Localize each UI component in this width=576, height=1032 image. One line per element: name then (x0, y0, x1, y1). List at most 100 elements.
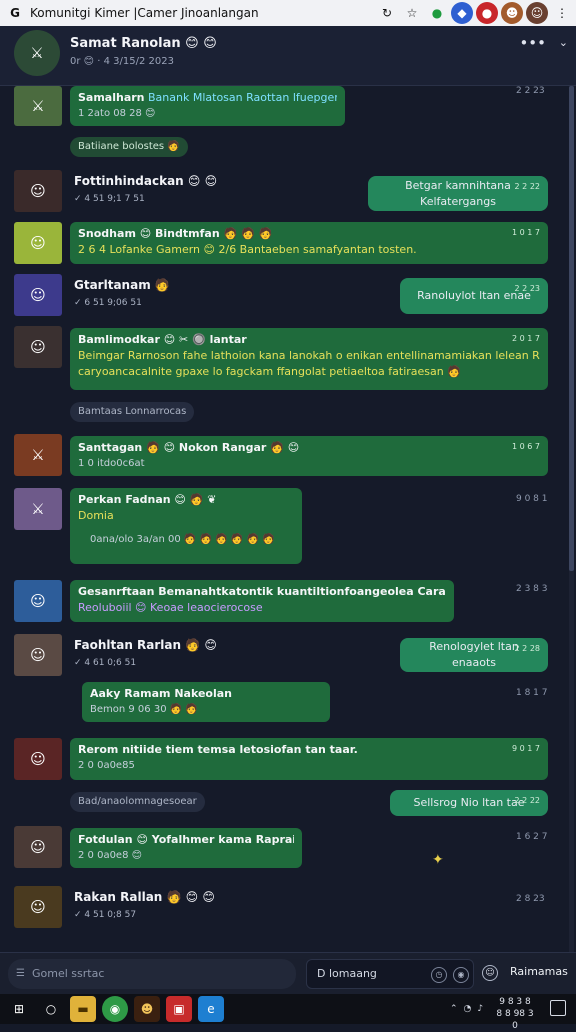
scrollbar[interactable] (569, 86, 574, 952)
message-meta: 2 0 0a0e8 😊 (78, 850, 143, 861)
message-meta: ✓ 6 51 9;06 51 (74, 298, 142, 308)
avatar[interactable]: ⚔ (14, 434, 62, 476)
message-time: 2 3 8 3 (516, 584, 548, 594)
outgoing-message[interactable]: Betgar kamnihtana Kelfatergangs 2 2 22 (368, 176, 548, 211)
message-bubble[interactable]: Fotdulan 😊 Yofalhmer kama Raprain 🧑 2 0 … (70, 828, 302, 868)
avatar[interactable]: ☺ (14, 222, 62, 264)
message-bubble[interactable]: Aaky Ramam Nakeolan Bemon 9 06 30 🧑 🧑 (82, 682, 330, 722)
file-explorer-icon[interactable]: ▬ (70, 996, 96, 1022)
search-icon[interactable]: ○ (38, 996, 64, 1022)
attach-button[interactable]: ☰ Gomel ssrtac (8, 959, 296, 989)
os-taskbar: ⊞ ○ ▬ ◉ ☻ ▣ e ⌃ ◔ ♪ 9 8 3 8 8 8 98 3 0 (0, 994, 576, 1031)
message-bubble[interactable]: Snodham 😊 Bindtmfan 🧑 🧑 🧑 2 6 4 Lofanke … (70, 222, 548, 264)
message-meta: 1 0 itdo0c6at (78, 458, 145, 469)
message-time: 2 2 23 (514, 284, 540, 293)
app-logo-icon: G (10, 6, 20, 20)
avatar[interactable]: ⚔ (14, 86, 62, 126)
avatar[interactable]: ☺ (14, 170, 62, 212)
message-time: 1 8 1 7 (516, 688, 548, 698)
send-button[interactable]: Raimamas (510, 965, 568, 978)
message-time: 2 2 22 (514, 796, 540, 805)
wifi-icon[interactable]: ◔ (464, 1004, 472, 1014)
browser-menu-icon[interactable]: ⋮ (551, 2, 573, 24)
message-bubble[interactable]: Santtagan 🧑 😊 Nokon Rangar 🧑 😊 1 0 itdo0… (70, 436, 548, 476)
sender-name: Perkan Fadnan 😊 🧑 ❦ (78, 493, 217, 506)
message-bubble[interactable]: Rerom nitiide tiem temsa letosiofan tan … (70, 738, 548, 780)
notification-icon[interactable] (550, 1000, 566, 1016)
message-input-value: D lomaang (317, 967, 377, 980)
extension-blue-icon[interactable]: ◆ (451, 2, 473, 24)
clock-date: 8 8 98 3 0 (496, 1009, 534, 1031)
message-time: 1 6 2 7 (516, 832, 548, 842)
message-bubble[interactable]: Samalharn Banank Mlatosan Raottan lfuepg… (70, 86, 345, 126)
avatar[interactable]: ☺ (14, 738, 62, 780)
message-time: 2 8 23 (516, 894, 545, 904)
sender-name: Gtarltanam 🧑 (74, 278, 170, 292)
message-input[interactable]: D lomaang ◷ ◉ (306, 959, 474, 989)
windows-start-icon[interactable]: ⊞ (6, 996, 32, 1022)
taskbar-clock[interactable]: 9 8 3 8 8 8 98 3 0 (494, 996, 536, 1032)
more-options-icon[interactable]: ••• (519, 34, 546, 52)
profile-avatar-icon[interactable]: ☺ (526, 2, 548, 24)
outgoing-message[interactable]: Ranoluylot ltan enae 2 2 23 (400, 278, 548, 314)
avatar[interactable]: ☺ (14, 326, 62, 368)
message-text: Domia (78, 509, 114, 522)
message-text: 2 6 4 Lofanke Gamern 😊 2/6 Bantaeben sam… (78, 243, 417, 256)
avatar[interactable]: ☺ (14, 826, 62, 868)
message-text: caryoancacalnite gpaxe lo fagckam ffango… (78, 365, 461, 378)
star-icon[interactable]: ☆ (401, 2, 423, 24)
chevron-down-icon[interactable]: ⌄ (559, 36, 568, 49)
group-avatar[interactable]: ⚔ (14, 30, 60, 76)
game-app-icon[interactable]: ☻ (134, 996, 160, 1022)
system-pill[interactable]: Bamtaas Lonnarrocas (70, 402, 195, 422)
avatar[interactable]: ☺ (14, 634, 62, 676)
attach-label: Gomel ssrtac (32, 967, 105, 980)
sender-name: Gesanrftaan Bemanahtkatontik kuantiltion… (78, 585, 446, 598)
scrollbar-thumb[interactable] (569, 86, 574, 571)
outgoing-message[interactable]: Renologylet ltan enaaots 2 2 28 (400, 638, 548, 672)
message-bubble[interactable]: Gesanrftaan Bemanahtkatontik kuantiltion… (70, 580, 454, 622)
sender-name: Fottinhindackan 😊 😊 (74, 174, 218, 188)
volume-icon[interactable]: ♪ (477, 1004, 483, 1014)
message-meta: 2 0 0a0e85 (78, 760, 135, 771)
avatar[interactable]: ☺ (14, 580, 62, 622)
sender-name: Fotdulan 😊 Yofalhmer kama Raprain 🧑 (78, 833, 294, 846)
message-list[interactable]: ⚔ Samalharn Banank Mlatosan Raottan lfue… (0, 86, 576, 952)
message-bubble[interactable]: Perkan Fadnan 😊 🧑 ❦ Domia 0ana/olo 3a/an… (70, 488, 302, 564)
message-meta: ✓ 4 51 9;1 7 51 (74, 194, 145, 204)
sender-name: Faohltan Rarlan 🧑 😊 (74, 638, 217, 652)
avatar[interactable]: ⚔ (14, 488, 62, 530)
sender-name: Bamlimodkar 😊 ✂ 🔘 lantar (78, 333, 247, 346)
message-time: 2 2 23 (516, 86, 545, 96)
camera-icon[interactable]: ◉ (453, 967, 469, 983)
avatar[interactable]: ☺ (14, 886, 62, 928)
extension-red-icon[interactable]: ● (476, 2, 498, 24)
extension-avatar-icon[interactable]: ☻ (501, 2, 523, 24)
message-time: 9 0 8 1 (516, 494, 548, 504)
sender-name: Rakan Rallan 🧑 😊 😊 (74, 890, 215, 904)
refresh-icon[interactable]: ↻ (376, 2, 398, 24)
avatar[interactable]: ☺ (14, 274, 62, 316)
red-app-icon[interactable]: ▣ (166, 996, 192, 1022)
outgoing-message[interactable]: Sellsrog Nio ltan tae 2 2 22 (390, 790, 548, 816)
composer-bar: ☰ Gomel ssrtac D lomaang ◷ ◉ ☺ Raimamas (0, 952, 576, 994)
window-title: Komunitgi Kimer |Camer Jinoanlangan (30, 6, 259, 20)
system-pill[interactable]: Bad/anaolomnagesoear (70, 792, 205, 812)
chrome-icon[interactable]: ◉ (102, 996, 128, 1022)
message-meta: ✓ 4 61 0;6 51 (74, 658, 137, 668)
reaction-pill[interactable]: Batiiane bolostes 🧑 (70, 137, 188, 157)
message-bubble[interactable]: Bamlimodkar 😊 ✂ 🔘 lantar Beimgar Rarnoso… (70, 328, 548, 390)
window-titlebar: G Komunitgi Kimer |Camer Jinoanlangan ↻ … (0, 0, 576, 26)
chevron-up-icon[interactable]: ⌃ (450, 1004, 458, 1014)
chat-status: 0r 😊 · 4 3/15/2 2023 (70, 56, 174, 67)
edge-icon[interactable]: e (198, 996, 224, 1022)
message-meta: ✓ 4 51 0;8 57 (74, 910, 137, 920)
extension-green-icon[interactable]: ● (426, 2, 448, 24)
message-meta: 1 2ato 08 28 😊 (78, 108, 156, 119)
message-meta: 0ana/olo 3a/an 00 🧑 🧑 🧑 🧑 🧑 🧑 (90, 534, 275, 545)
chat-name[interactable]: Samat Ranolan 😊 😊 (70, 36, 217, 51)
emoji-icon[interactable]: ☺ (482, 965, 498, 981)
sender-name: Santtagan 🧑 😊 Nokon Rangar 🧑 😊 (78, 441, 300, 454)
message-time: 9 0 1 7 (512, 744, 540, 753)
clock-icon[interactable]: ◷ (431, 967, 447, 983)
